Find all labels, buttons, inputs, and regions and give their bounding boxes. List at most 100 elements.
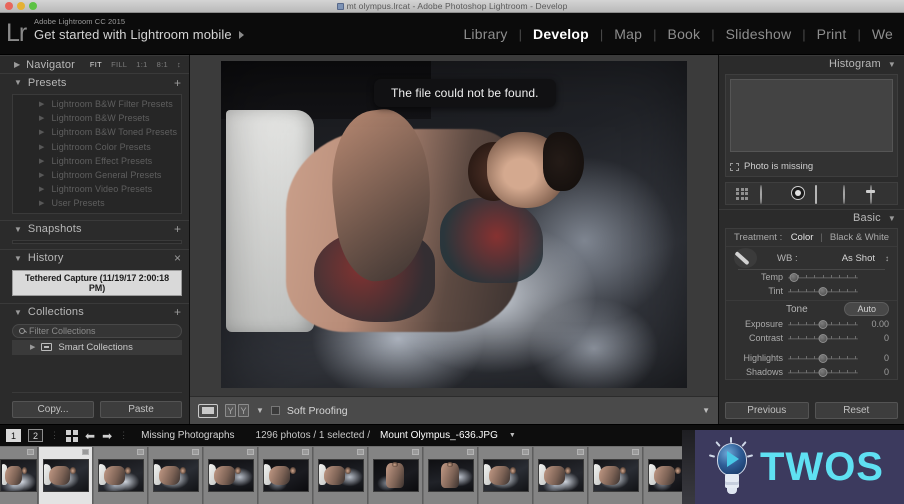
- close-icon[interactable]: ×: [174, 251, 181, 265]
- red-eye-icon[interactable]: [788, 185, 808, 202]
- list-item[interactable]: ▶ Lightroom B&W Toned Presets: [13, 125, 181, 139]
- arrow-right-icon[interactable]: ➡: [102, 429, 112, 443]
- highlights-slider-knob[interactable]: [818, 353, 828, 363]
- reset-button[interactable]: Reset: [814, 402, 898, 419]
- triangle-right-icon[interactable]: ▶: [39, 199, 44, 207]
- thumbnail[interactable]: [207, 459, 254, 492]
- shadows-slider-row[interactable]: Shadows 0: [726, 365, 897, 379]
- module-picker[interactable]: Library | Develop | Map | Book | Slidesh…: [452, 13, 904, 55]
- list-item[interactable]: [369, 447, 423, 504]
- thumbnail[interactable]: [537, 459, 584, 492]
- soft-proofing-label[interactable]: Soft Proofing: [287, 405, 348, 417]
- list-item[interactable]: [589, 447, 643, 504]
- triangle-right-icon[interactable]: ▶: [39, 114, 44, 122]
- photo-preview[interactable]: The file could not be found.: [221, 60, 687, 388]
- triangle-right-icon[interactable]: ▶: [39, 128, 44, 136]
- thumbnail[interactable]: [427, 459, 474, 492]
- list-item[interactable]: [149, 447, 203, 504]
- paste-button[interactable]: Paste: [100, 401, 182, 418]
- copy-button[interactable]: Copy...: [12, 401, 94, 418]
- chevron-down-icon[interactable]: ▼: [509, 432, 516, 439]
- module-web[interactable]: We: [861, 26, 904, 42]
- before-after-toggle[interactable]: Y Y: [225, 404, 249, 417]
- spot-removal-icon[interactable]: [760, 184, 780, 204]
- filmstrip-source[interactable]: Missing Photographs: [141, 430, 234, 441]
- triangle-right-icon[interactable]: ▶: [14, 60, 20, 69]
- module-develop[interactable]: Develop: [522, 26, 600, 42]
- radial-filter-icon[interactable]: [842, 184, 863, 204]
- navigator-header[interactable]: ▶ Navigator FIT FILL 1:1 8:1 ↕: [0, 55, 189, 73]
- filmstrip-filename[interactable]: Mount Olympus_-636.JPG: [380, 430, 498, 441]
- grid-view-icon[interactable]: [66, 429, 78, 442]
- collections-header[interactable]: ▼ Collections +: [0, 302, 189, 321]
- plus-icon[interactable]: +: [174, 222, 181, 236]
- highlights-slider-row[interactable]: Highlights 0: [726, 351, 897, 365]
- soft-proofing-checkbox[interactable]: [270, 406, 280, 415]
- zoom-fill[interactable]: FILL: [111, 60, 127, 69]
- thumbnail[interactable]: [152, 459, 199, 492]
- zoom-1-1[interactable]: 1:1: [136, 60, 147, 69]
- snapshots-header[interactable]: ▼ Snapshots +: [0, 219, 189, 238]
- thumbnail[interactable]: [97, 459, 144, 492]
- loupe-view-icon[interactable]: [198, 403, 218, 418]
- identity-plate[interactable]: Adobe Lightroom CC 2015 Get started with…: [34, 17, 244, 42]
- loupe-view[interactable]: The file could not be found.: [190, 55, 718, 396]
- eyedropper-icon[interactable]: [734, 248, 757, 268]
- plus-icon[interactable]: +: [174, 76, 181, 90]
- list-item[interactable]: [314, 447, 368, 504]
- module-print[interactable]: Print: [806, 26, 858, 42]
- list-item[interactable]: [534, 447, 588, 504]
- presets-header[interactable]: ▼ Presets +: [0, 73, 189, 91]
- list-item[interactable]: ▶ Lightroom B&W Filter Presets: [13, 97, 181, 111]
- exposure-slider-row[interactable]: Exposure 0.00: [726, 317, 897, 331]
- thumbnail[interactable]: [262, 459, 309, 492]
- triangle-down-icon[interactable]: ▼: [14, 308, 22, 317]
- toolbar-collapse-icon[interactable]: ▼: [702, 406, 710, 415]
- play-arrow-icon[interactable]: [238, 30, 244, 39]
- list-item[interactable]: Tethered Capture (11/19/17 2:00:18 PM): [12, 269, 182, 296]
- chevron-down-icon[interactable]: ▼: [256, 406, 264, 415]
- triangle-down-icon[interactable]: ▼: [888, 60, 896, 69]
- histogram-header[interactable]: Histogram ▼: [719, 55, 904, 72]
- temp-slider-track[interactable]: [788, 272, 858, 282]
- list-item[interactable]: [39, 447, 93, 504]
- thumbnail[interactable]: [0, 459, 37, 492]
- triangle-right-icon[interactable]: ▶: [30, 343, 35, 351]
- triangle-down-icon[interactable]: ▼: [888, 214, 896, 223]
- triangle-right-icon[interactable]: ▶: [39, 143, 44, 151]
- zoom-fit[interactable]: FIT: [90, 60, 102, 69]
- basic-header[interactable]: Basic ▼: [719, 209, 904, 226]
- photo-missing-status[interactable]: Photo is missing: [730, 161, 893, 172]
- thumbnail[interactable]: [372, 459, 419, 492]
- list-item[interactable]: [0, 447, 38, 504]
- list-item[interactable]: ▶ Smart Collections: [12, 339, 182, 355]
- contrast-slider-track[interactable]: [788, 333, 858, 343]
- stepper-icon[interactable]: ↕: [177, 60, 181, 69]
- navigator-zoom-options[interactable]: FIT FILL 1:1 8:1 ↕: [90, 60, 181, 69]
- list-item[interactable]: [479, 447, 533, 504]
- thumbnail[interactable]: [482, 459, 529, 492]
- contrast-slider-knob[interactable]: [818, 333, 828, 343]
- temp-slider-row[interactable]: Temp: [726, 270, 897, 284]
- thumbnail[interactable]: [42, 459, 89, 492]
- tint-slider-knob[interactable]: [818, 286, 828, 296]
- crop-overlay-icon[interactable]: [733, 186, 753, 202]
- triangle-right-icon[interactable]: ▶: [39, 185, 44, 193]
- highlights-slider-track[interactable]: [788, 353, 858, 363]
- tint-slider-row[interactable]: Tint: [726, 284, 897, 298]
- exposure-slider-track[interactable]: [788, 319, 858, 329]
- plus-icon[interactable]: +: [174, 305, 181, 319]
- graduated-filter-icon[interactable]: [815, 184, 835, 204]
- flag-y-icon[interactable]: Y: [238, 404, 249, 417]
- module-library[interactable]: Library: [452, 26, 518, 42]
- triangle-right-icon[interactable]: ▶: [39, 157, 44, 165]
- stepper-icon[interactable]: ↕: [885, 254, 889, 263]
- zoom-8-1[interactable]: 8:1: [157, 60, 168, 69]
- list-item[interactable]: [424, 447, 478, 504]
- shadows-slider-track[interactable]: [788, 367, 858, 377]
- list-item[interactable]: [94, 447, 148, 504]
- exposure-slider-knob[interactable]: [818, 319, 828, 329]
- temp-slider-knob[interactable]: [789, 272, 799, 282]
- wb-value[interactable]: As Shot: [842, 253, 875, 264]
- module-slideshow[interactable]: Slideshow: [715, 26, 803, 42]
